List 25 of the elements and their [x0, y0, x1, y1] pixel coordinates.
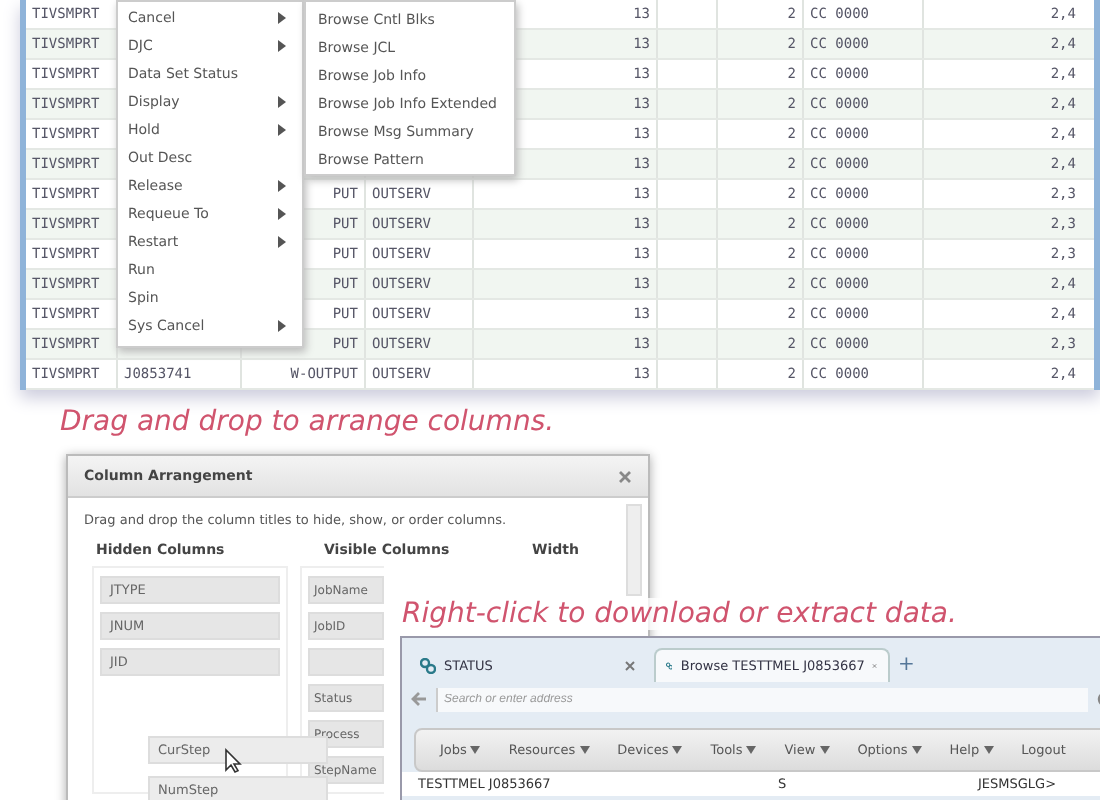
- submenu-arrow-icon: [278, 208, 286, 220]
- link-icon: [420, 657, 436, 673]
- submenu-arrow-icon: [278, 180, 286, 192]
- close-icon[interactable]: [624, 659, 636, 671]
- caret-icon: [911, 746, 922, 754]
- submenu-arrow-icon: [278, 320, 286, 332]
- submenu-arrow-icon: [278, 40, 286, 52]
- link-icon: [666, 658, 673, 674]
- cursor-icon: [224, 748, 242, 774]
- caret-icon: [819, 746, 830, 754]
- new-tab-button[interactable]: +: [898, 654, 915, 682]
- caret-icon: [579, 746, 590, 754]
- close-icon[interactable]: [618, 469, 632, 483]
- caption: Right-click to download or extract data.: [402, 598, 957, 630]
- caret-icon: [672, 746, 683, 754]
- submenu-arrow-icon: [278, 96, 286, 108]
- caret-icon: [470, 746, 481, 754]
- submenu-arrow-icon: [278, 124, 286, 136]
- scrollbar[interactable]: [626, 504, 642, 596]
- caret-icon: [746, 746, 757, 754]
- caption: Drag and drop to arrange columns.: [60, 406, 555, 438]
- submenu-arrow-icon: [278, 12, 286, 24]
- submenu-arrow-icon: [278, 236, 286, 248]
- back-icon[interactable]: [410, 690, 428, 708]
- caret-icon: [983, 746, 994, 754]
